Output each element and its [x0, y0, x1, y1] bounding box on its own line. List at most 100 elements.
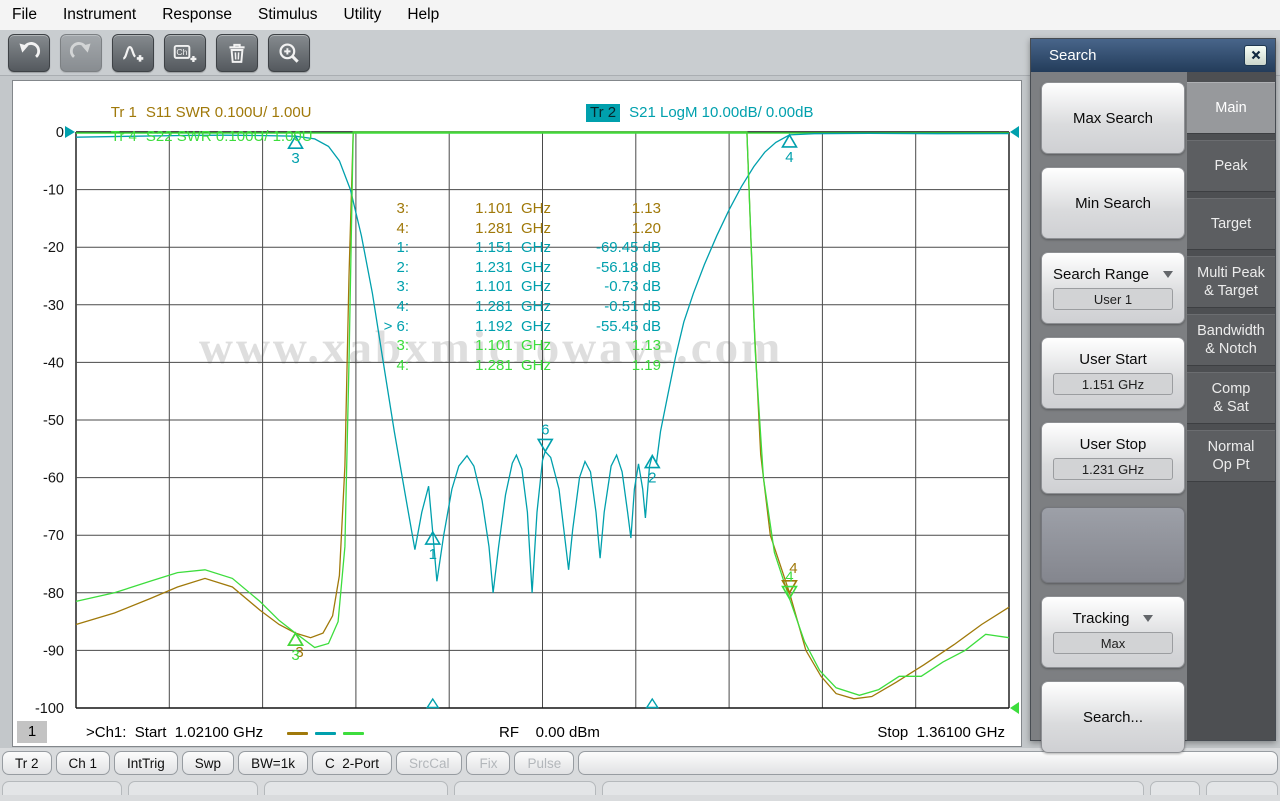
statusbar-blank: [578, 751, 1278, 775]
marker-frequency: 1.281 GHz: [409, 297, 551, 317]
stop-frequency-label: Stop 1.36100 GHz: [877, 724, 1005, 741]
add-channel-button[interactable]: Ch: [164, 34, 206, 72]
statusbar-srccal[interactable]: SrcCal: [396, 751, 463, 775]
legend-tr4[interactable]: Tr 4S22 SWR 0.100U/ 1.00U: [86, 111, 313, 162]
button-label: Search...: [1083, 709, 1143, 726]
marker-table-row: 4:1.281 GHz1.20: [313, 219, 661, 239]
undo-icon: [16, 40, 42, 66]
tab-peak[interactable]: Peak: [1187, 140, 1275, 192]
menu-response[interactable]: Response: [162, 6, 232, 24]
tab-target[interactable]: Target: [1187, 198, 1275, 250]
trace-color-dash: [315, 732, 336, 735]
tab-comp-sat[interactable]: Comp& Sat: [1187, 372, 1275, 424]
menu-file[interactable]: File: [12, 6, 37, 24]
add-trace-button[interactable]: [112, 34, 154, 72]
dropdown-arrow-icon: [1143, 615, 1153, 622]
status-segment: [128, 781, 258, 795]
status-segment: [602, 781, 1144, 795]
y-axis-tick-label: -60: [43, 471, 64, 487]
marker-4-label: 4: [785, 149, 793, 166]
statusbar-inttrig[interactable]: IntTrig: [114, 751, 178, 775]
tab-main[interactable]: Main: [1187, 82, 1275, 134]
marker-1-label: 1: [429, 546, 437, 563]
y-axis-tick-label: -70: [43, 528, 64, 544]
marker-frequency: 1.281 GHz: [409, 356, 551, 376]
search-dialog-title: Search: [1049, 47, 1244, 64]
marker-value: -69.45 dB: [551, 238, 661, 258]
close-button[interactable]: [1244, 45, 1267, 66]
dropdown-arrow-icon: [1163, 271, 1173, 278]
menu-help[interactable]: Help: [407, 6, 439, 24]
undo-button[interactable]: [8, 34, 50, 72]
channel-number-badge[interactable]: 1: [17, 721, 47, 743]
marker-6-icon: [538, 439, 552, 451]
marker-table-row: 4:1.281 GHz-0.51 dB: [313, 297, 661, 317]
y-axis-tick-label: -80: [43, 586, 64, 602]
search-dialog-titlebar[interactable]: Search: [1031, 39, 1275, 72]
tab-label-line: Normal: [1208, 438, 1255, 456]
statusbar-bw-1k[interactable]: BW=1k: [238, 751, 308, 775]
marker-frequency: 1.101 GHz: [409, 336, 551, 356]
marker-number: 4:: [313, 297, 409, 317]
menu-utility[interactable]: Utility: [343, 6, 381, 24]
menu-instrument[interactable]: Instrument: [63, 6, 136, 24]
tab-normal-op-pt[interactable]: NormalOp Pt: [1187, 430, 1275, 482]
statusbar-c-2-port[interactable]: C 2-Port: [312, 751, 392, 775]
user-start-button[interactable]: User Start1.151 GHz: [1041, 337, 1185, 409]
user-stop-value: 1.231 GHz: [1053, 458, 1173, 480]
marker-value: -0.73 dB: [551, 277, 661, 297]
reference-level-arrow-icon: [1010, 126, 1019, 138]
trace4-params: S22 SWR 0.100U/ 1.00U: [146, 128, 313, 145]
trace-color-dash: [287, 732, 308, 735]
marker-number: 2:: [313, 258, 409, 278]
search-range-button[interactable]: Search RangeUser 1: [1041, 252, 1185, 324]
marker-frequency: 1.231 GHz: [409, 258, 551, 278]
tab-label-line: Comp: [1212, 380, 1251, 398]
marker-value: -0.51 dB: [551, 297, 661, 317]
legend-tr2[interactable]: Tr 2S21 LogM 10.00dB/ 0.00dB: [561, 87, 813, 138]
statusbar-swp[interactable]: Swp: [182, 751, 234, 775]
marker-readout-table: 3:1.101 GHz1.13 4:1.281 GHz1.201:1.151 GH…: [313, 199, 661, 375]
marker-number: 1:: [313, 238, 409, 258]
status-segment: [264, 781, 448, 795]
statusbar-ch-1[interactable]: Ch 1: [56, 751, 111, 775]
measurement-plot[interactable]: 0-10-20-30-40-50-60-70-80-90-10034162334…: [13, 81, 1019, 744]
marker-table-row: 2:1.231 GHz-56.18 dB: [313, 258, 661, 278]
redo-icon: [68, 40, 94, 66]
redo-button[interactable]: [60, 34, 102, 72]
status-segment: [2, 781, 122, 795]
trash-icon: [224, 40, 250, 66]
user-stop-button[interactable]: User Stop 1.231 GHz: [1041, 422, 1185, 494]
marker-table-row: 1:1.151 GHz-69.45 dB: [313, 238, 661, 258]
search-button[interactable]: Search...: [1041, 681, 1185, 753]
button-label: Search Range: [1053, 266, 1173, 283]
y-axis-tick-label: 0: [56, 125, 64, 141]
tab-label-line: Op Pt: [1212, 456, 1249, 474]
min-search-button[interactable]: Min Search: [1041, 167, 1185, 239]
search-panel-buttons: Max Search Min Search Search RangeUser 1 Us…: [1031, 72, 1187, 740]
add-trace-icon: [120, 40, 146, 66]
delete-trace-button[interactable]: [216, 34, 258, 72]
statusbar-pulse[interactable]: Pulse: [514, 751, 574, 775]
y-axis-tick-label: -90: [43, 643, 64, 659]
status-segment: [1150, 781, 1200, 795]
search-dialog: Search Max SearchMin SearchSearch RangeU…: [1030, 38, 1276, 741]
marker-number: 4:: [313, 219, 409, 239]
marker-table-row: 3:1.101 GHz1.13: [313, 336, 661, 356]
close-icon: [1251, 47, 1261, 64]
tab-bandwidth-notch[interactable]: Bandwidth& Notch: [1187, 314, 1275, 366]
tracking-value: Max: [1053, 632, 1173, 654]
max-search-button[interactable]: Max Search: [1041, 82, 1185, 154]
button-label: User Stop: [1080, 436, 1147, 453]
rf-power-label: RF 0.00 dBm: [499, 724, 600, 741]
statusbar-fix[interactable]: Fix: [466, 751, 510, 775]
menu-stimulus[interactable]: Stimulus: [258, 6, 317, 24]
marker-table-row: > 6:1.192 GHz-55.45 dB: [313, 317, 661, 337]
zoom-button[interactable]: [268, 34, 310, 72]
blank-button: [1041, 507, 1185, 583]
tab-multi-peak-target[interactable]: Multi Peak& Target: [1187, 256, 1275, 308]
button-label: Max Search: [1073, 110, 1153, 127]
tracking-button[interactable]: TrackingMax: [1041, 596, 1185, 668]
marker-4-label: 4: [785, 569, 793, 586]
statusbar-tr-2[interactable]: Tr 2: [2, 751, 52, 775]
